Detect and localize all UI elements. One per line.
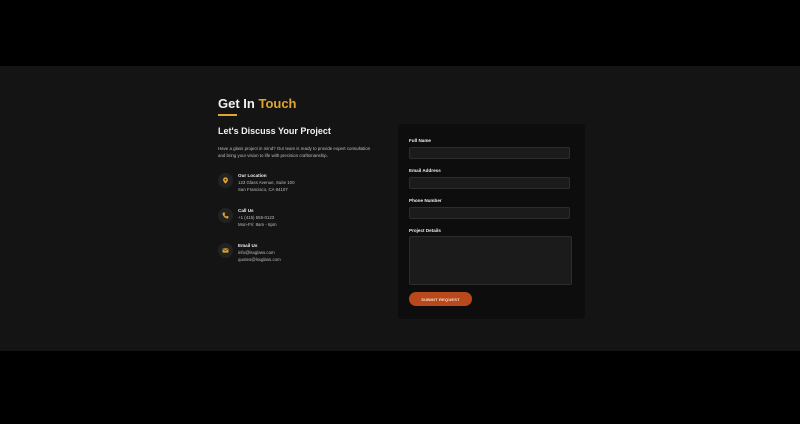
phone-icon	[222, 212, 229, 219]
contact-phone: Call Us +1 (415) 555-0123 Mon-Fri: 8am -…	[218, 208, 277, 228]
full-name-label: Full Name	[409, 138, 431, 143]
intro-text: Have a glass project in mind? Our team i…	[218, 146, 371, 158]
envelope-icon	[222, 248, 229, 253]
contact-email-line-2: quotes@lsxglass.com	[238, 257, 281, 262]
location-icon-badge	[218, 173, 233, 188]
section-heading: Get In Touch	[218, 96, 383, 112]
heading-accent: Touch	[258, 96, 297, 111]
contact-phone-line-1: +1 (415) 555-0123	[238, 215, 275, 220]
submit-request-button[interactable]: SUBMIT REQUEST	[409, 292, 472, 306]
heading-underline	[218, 114, 237, 116]
email-icon-badge	[218, 243, 233, 258]
full-name-input[interactable]	[409, 147, 570, 159]
location-pin-icon	[223, 177, 228, 184]
section-subheading: Let's Discuss Your Project	[218, 126, 331, 136]
email-label: Email Address	[409, 168, 441, 173]
contact-phone-line-2: Mon-Fri: 8am - 6pm	[238, 222, 277, 227]
contact-email: Email Us info@lsxglass.com quotes@lsxgla…	[218, 243, 281, 263]
contact-location: Our Location 123 Glass Avenue, Suite 100…	[218, 173, 295, 193]
contact-location-line-1: 123 Glass Avenue, Suite 100	[238, 180, 295, 185]
contact-email-line-1: info@lsxglass.com	[238, 250, 275, 255]
contact-location-line-2: San Francisco, CA 94107	[238, 187, 288, 192]
heading-main: Get In	[218, 96, 255, 111]
email-input[interactable]	[409, 177, 570, 189]
contact-info: Get In Touch Let's Discuss Your Project …	[218, 96, 383, 262]
phone-input[interactable]	[409, 207, 570, 219]
project-details-label: Project Details	[409, 228, 441, 233]
phone-icon-badge	[218, 208, 233, 223]
contact-form: Full Name Email Address Phone Number Pro…	[398, 124, 585, 319]
project-details-textarea[interactable]	[409, 236, 572, 285]
phone-label: Phone Number	[409, 198, 442, 203]
